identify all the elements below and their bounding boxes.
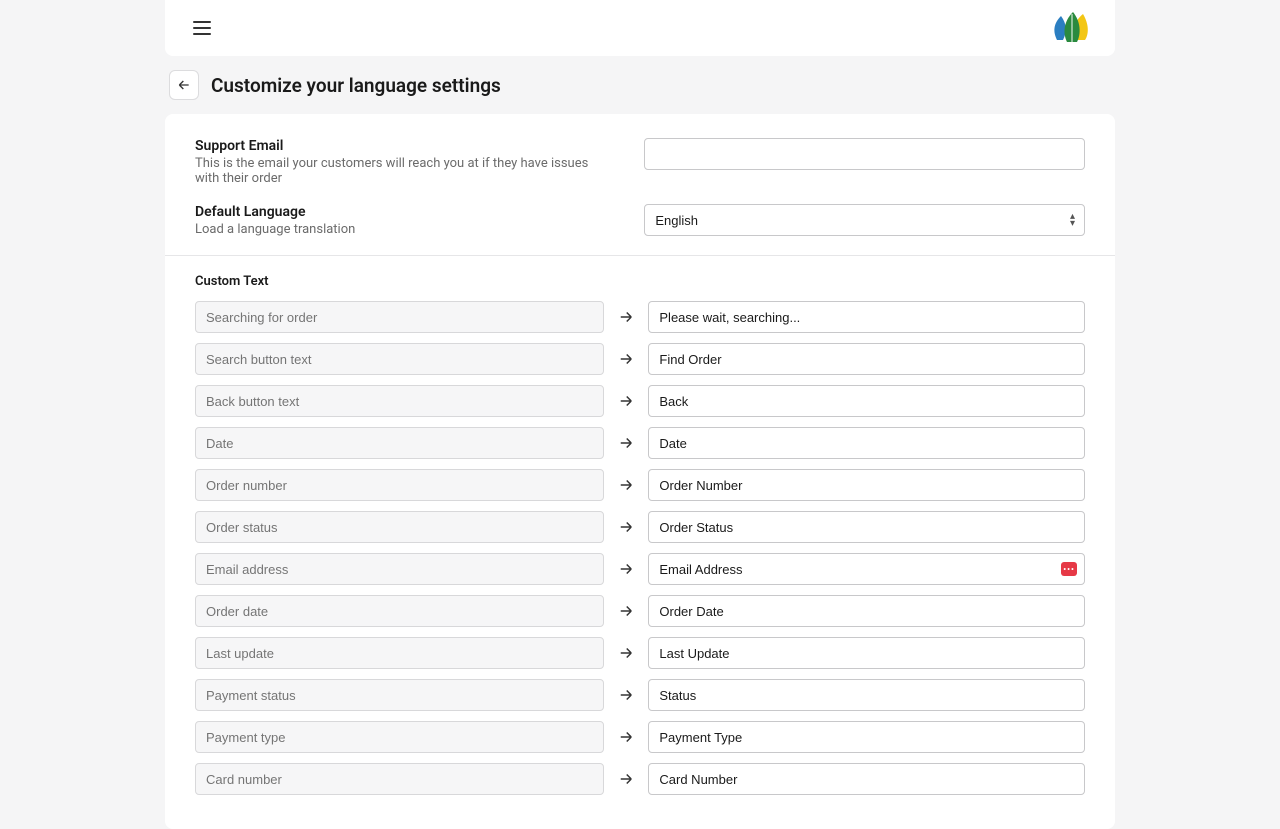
custom-text-row bbox=[195, 511, 1085, 543]
custom-text-row bbox=[195, 301, 1085, 333]
custom-text-row bbox=[195, 343, 1085, 375]
support-email-label: Support Email bbox=[195, 138, 604, 154]
password-manager-icon[interactable]: ••• bbox=[1061, 562, 1077, 576]
custom-text-value-input[interactable] bbox=[648, 343, 1085, 375]
custom-text-placeholder-input[interactable] bbox=[195, 595, 604, 627]
default-language-row: Default Language Load a language transla… bbox=[195, 204, 1085, 237]
arrow-right-icon bbox=[616, 686, 636, 704]
custom-text-placeholder-input[interactable] bbox=[195, 343, 604, 375]
arrow-right-icon bbox=[616, 602, 636, 620]
custom-text-value-input[interactable] bbox=[648, 427, 1085, 459]
page-title: Customize your language settings bbox=[211, 74, 501, 97]
custom-text-placeholder-input[interactable] bbox=[195, 721, 604, 753]
arrow-right-icon bbox=[616, 770, 636, 788]
arrow-right-icon bbox=[616, 644, 636, 662]
arrow-right-icon bbox=[616, 560, 636, 578]
custom-text-value-input[interactable] bbox=[648, 553, 1085, 585]
custom-text-row bbox=[195, 721, 1085, 753]
custom-text-placeholder-input[interactable] bbox=[195, 511, 604, 543]
arrow-right-icon bbox=[616, 518, 636, 536]
support-email-input[interactable] bbox=[644, 138, 1085, 170]
custom-text-value-input[interactable] bbox=[648, 301, 1085, 333]
custom-text-row bbox=[195, 427, 1085, 459]
arrow-left-icon bbox=[176, 77, 192, 93]
custom-text-placeholder-input[interactable] bbox=[195, 763, 604, 795]
custom-text-placeholder-input[interactable] bbox=[195, 301, 604, 333]
custom-text-value-input[interactable] bbox=[648, 595, 1085, 627]
arrow-right-icon bbox=[616, 728, 636, 746]
arrow-right-icon bbox=[616, 308, 636, 326]
arrow-right-icon bbox=[616, 476, 636, 494]
support-email-description: This is the email your customers will re… bbox=[195, 156, 604, 186]
custom-text-value-input[interactable] bbox=[648, 511, 1085, 543]
custom-text-placeholder-input[interactable] bbox=[195, 469, 604, 501]
custom-text-row bbox=[195, 679, 1085, 711]
custom-text-value-input[interactable] bbox=[648, 385, 1085, 417]
back-button[interactable] bbox=[169, 70, 199, 100]
custom-text-row bbox=[195, 763, 1085, 795]
custom-text-placeholder-input[interactable] bbox=[195, 427, 604, 459]
default-language-label: Default Language bbox=[195, 204, 604, 220]
arrow-right-icon bbox=[616, 434, 636, 452]
custom-text-row bbox=[195, 637, 1085, 669]
menu-toggle-button[interactable] bbox=[189, 17, 215, 39]
custom-text-placeholder-input[interactable] bbox=[195, 679, 604, 711]
custom-text-placeholder-input[interactable] bbox=[195, 385, 604, 417]
arrow-right-icon bbox=[616, 350, 636, 368]
custom-text-placeholder-input[interactable] bbox=[195, 637, 604, 669]
custom-text-row bbox=[195, 385, 1085, 417]
support-email-row: Support Email This is the email your cus… bbox=[195, 138, 1085, 186]
custom-text-row bbox=[195, 469, 1085, 501]
custom-text-value-input[interactable] bbox=[648, 721, 1085, 753]
custom-text-placeholder-input[interactable] bbox=[195, 553, 604, 585]
default-language-select[interactable]: English bbox=[644, 204, 1085, 236]
custom-text-value-input[interactable] bbox=[648, 679, 1085, 711]
custom-text-row: ••• bbox=[195, 553, 1085, 585]
custom-text-value-input[interactable] bbox=[648, 469, 1085, 501]
custom-text-row bbox=[195, 595, 1085, 627]
arrow-right-icon bbox=[616, 392, 636, 410]
app-logo bbox=[1049, 12, 1091, 44]
custom-text-value-input[interactable] bbox=[648, 637, 1085, 669]
top-bar bbox=[165, 0, 1115, 56]
settings-card: Support Email This is the email your cus… bbox=[165, 114, 1115, 829]
divider bbox=[165, 255, 1115, 256]
custom-text-heading: Custom Text bbox=[195, 274, 1085, 289]
custom-text-value-input[interactable] bbox=[648, 763, 1085, 795]
page-header: Customize your language settings bbox=[165, 70, 1115, 100]
default-language-description: Load a language translation bbox=[195, 222, 604, 237]
